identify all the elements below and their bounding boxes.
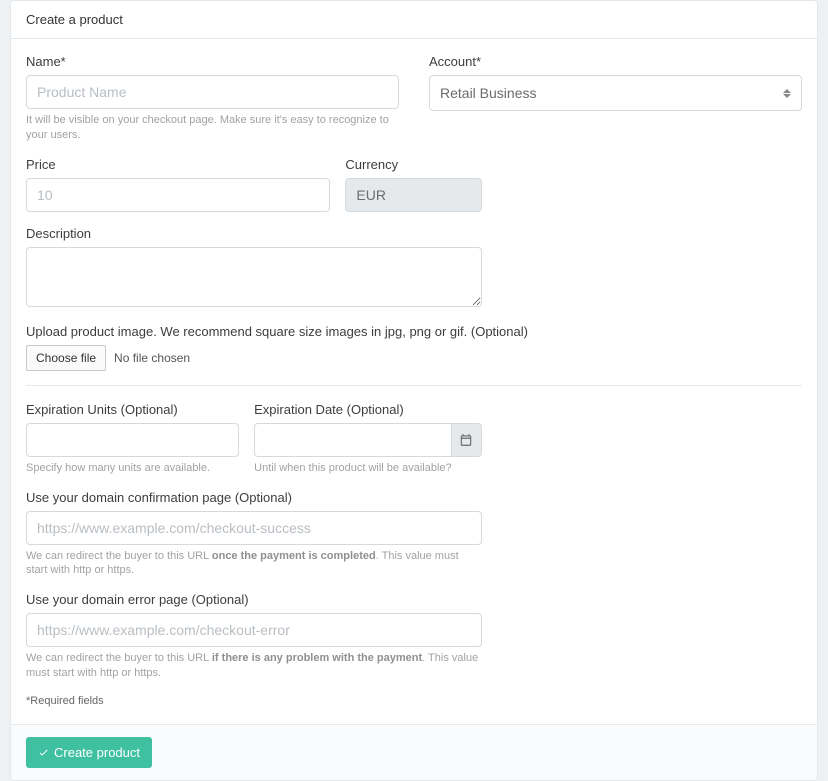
form-body: Name* It will be visible on your checkou… <box>11 39 817 724</box>
panel-footer: Create product <box>11 724 817 780</box>
price-label: Price <box>26 157 330 172</box>
upload-label: Upload product image. We recommend squar… <box>26 324 802 339</box>
exp-date-input[interactable] <box>254 423 451 457</box>
calendar-button[interactable] <box>452 423 483 457</box>
name-input[interactable] <box>26 75 399 109</box>
file-status: No file chosen <box>114 351 190 365</box>
name-help: It will be visible on your checkout page… <box>26 113 399 143</box>
panel-title: Create a product <box>11 1 817 39</box>
exp-units-help: Specify how many units are available. <box>26 461 239 476</box>
error-page-label: Use your domain error page (Optional) <box>26 592 482 607</box>
confirmation-input[interactable] <box>26 511 482 545</box>
error-page-help: We can redirect the buyer to this URL if… <box>26 651 482 681</box>
description-textarea[interactable] <box>26 247 482 307</box>
select-caret-icon <box>783 86 791 100</box>
account-value: Retail Business <box>440 85 537 101</box>
confirmation-label: Use your domain confirmation page (Optio… <box>26 490 482 505</box>
price-input[interactable] <box>26 178 330 212</box>
choose-file-button[interactable]: Choose file <box>26 345 106 371</box>
description-label: Description <box>26 226 482 241</box>
account-select[interactable]: Retail Business <box>429 75 802 111</box>
exp-units-input[interactable] <box>26 423 239 457</box>
currency-label: Currency <box>345 157 482 172</box>
confirmation-help: We can redirect the buyer to this URL on… <box>26 549 482 579</box>
currency-value: EUR <box>345 178 482 212</box>
exp-date-help: Until when this product will be availabl… <box>254 461 482 476</box>
create-product-panel: Create a product Name* It will be visibl… <box>10 0 818 781</box>
account-label: Account* <box>429 54 802 69</box>
exp-date-label: Expiration Date (Optional) <box>254 402 482 417</box>
divider <box>26 385 802 386</box>
name-label: Name* <box>26 54 399 69</box>
create-product-label: Create product <box>54 745 140 760</box>
create-product-button[interactable]: Create product <box>26 737 152 768</box>
exp-units-label: Expiration Units (Optional) <box>26 402 239 417</box>
check-icon <box>38 747 49 758</box>
required-note: *Required fields <box>26 695 802 707</box>
calendar-icon <box>459 433 473 447</box>
error-page-input[interactable] <box>26 613 482 647</box>
